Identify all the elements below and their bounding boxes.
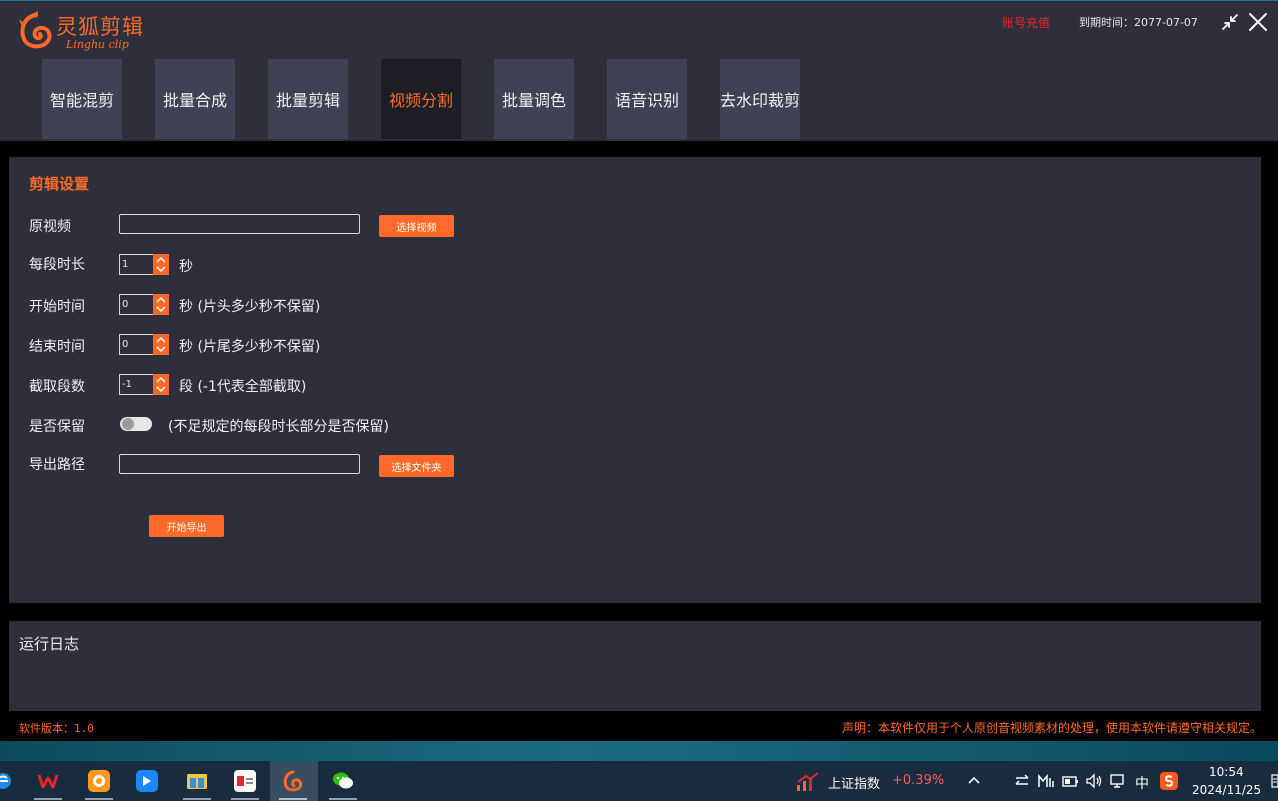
expiry-date: 到期时间：2077-07-07	[1079, 16, 1198, 29]
stepper-arrows-icon[interactable]	[153, 254, 169, 275]
segment-count-hint: 段 (-1代表全部截取)	[179, 379, 307, 395]
segment-count-stepper[interactable]: -1	[119, 374, 170, 395]
wps-icon	[37, 774, 59, 789]
export-path-label: 导出路径	[29, 457, 85, 473]
blue-bird-icon	[136, 770, 158, 792]
taskbar-wps[interactable]	[25, 761, 71, 801]
taskbar-file-explorer[interactable]	[174, 761, 220, 801]
orange-chat-icon	[88, 770, 110, 792]
clock-time: 10:54	[1209, 765, 1244, 779]
stock-index-change: +0.39%	[892, 773, 945, 788]
close-button[interactable]	[1247, 11, 1269, 33]
battery-icon[interactable]	[1061, 772, 1079, 790]
stock-index-name: 上证指数	[828, 777, 881, 792]
recharge-link[interactable]: 账号充值	[1002, 14, 1050, 31]
keep-remainder-toggle[interactable]	[120, 417, 152, 431]
stock-chart-icon[interactable]	[796, 772, 820, 792]
running-indicator	[85, 798, 113, 800]
tab-video-split[interactable]: 视频分割	[381, 59, 461, 139]
taskbar-feishu[interactable]	[124, 761, 170, 801]
segment-count-value[interactable]: -1	[119, 374, 153, 395]
segment-unit: 秒	[179, 259, 193, 275]
select-folder-button[interactable]: 选择文件夹	[379, 455, 454, 477]
tab-watermark-crop[interactable]: 去水印裁剪	[720, 59, 800, 139]
segment-duration-label: 每段时长	[29, 257, 85, 273]
tab-batch-edit[interactable]: 批量剪辑	[268, 59, 348, 139]
taskbar-wechat[interactable]	[320, 761, 366, 801]
minimize-button[interactable]	[1219, 11, 1241, 33]
document-app-icon	[234, 770, 256, 792]
select-video-button[interactable]: 选择视频	[379, 215, 454, 237]
segment-duration-stepper[interactable]: 1	[119, 254, 170, 275]
fox-logo-icon	[19, 11, 52, 49]
running-indicator	[231, 798, 259, 800]
sync-arrows-icon[interactable]	[1013, 772, 1031, 790]
app-logo: 灵狐剪辑 Linghu clip	[18, 9, 158, 53]
end-time-value[interactable]: 0	[119, 334, 153, 355]
segment-duration-value[interactable]: 1	[119, 254, 153, 275]
network-icon[interactable]	[1109, 772, 1127, 790]
running-indicator	[279, 798, 307, 800]
windows-taskbar: 上证指数 +0.39% 中 10:54 2024/11/25	[0, 761, 1278, 801]
tab-speech-recognition[interactable]: 语音识别	[607, 59, 687, 139]
clip-settings-panel: 剪辑设置 原视频 选择视频 每段时长 1 秒 开始时间 0 秒 (片头多少秒不保…	[9, 157, 1261, 603]
source-video-input[interactable]	[119, 214, 360, 234]
clock-date: 2024/11/25	[1192, 783, 1262, 797]
taskbar-chat-app[interactable]	[76, 761, 122, 801]
fox-logo-icon	[283, 770, 303, 792]
tab-batch-merge[interactable]: 批量合成	[155, 59, 235, 139]
export-path-input[interactable]	[119, 454, 360, 474]
taskbar-linghu-clip[interactable]	[270, 761, 318, 801]
tab-batch-color[interactable]: 批量调色	[494, 59, 574, 139]
toggle-knob	[122, 418, 134, 430]
close-icon	[1249, 13, 1267, 31]
segment-count-label: 截取段数	[29, 379, 85, 395]
desktop-background	[0, 741, 1278, 761]
running-indicator	[34, 798, 62, 800]
title-bar: 灵狐剪辑 Linghu clip 账号充值 到期时间：2077-07-07 智能…	[0, 0, 1278, 141]
run-log-title: 运行日志	[19, 635, 80, 653]
software-version: 软件版本：1.0	[19, 722, 94, 735]
run-log-panel: 运行日志	[9, 621, 1261, 711]
ime-indicator[interactable]: 中	[1135, 773, 1149, 793]
start-time-hint: 秒 (片头多少秒不保留)	[179, 299, 321, 315]
start-time-label: 开始时间	[29, 299, 85, 315]
wechat-icon	[333, 772, 353, 789]
notification-icon[interactable]	[1271, 774, 1278, 788]
source-video-label: 原视频	[29, 219, 71, 235]
shrink-icon	[1222, 14, 1238, 30]
meter-icon[interactable]	[1037, 772, 1055, 790]
speaker-icon[interactable]	[1085, 772, 1103, 790]
running-indicator	[329, 798, 357, 800]
end-time-hint: 秒 (片尾多少秒不保留)	[179, 339, 321, 355]
keep-remainder-hint: (不足规定的每段时长部分是否保留)	[168, 419, 389, 435]
start-export-button[interactable]: 开始导出	[149, 515, 224, 537]
end-time-stepper[interactable]: 0	[119, 334, 170, 355]
taskbar-red-app[interactable]	[222, 761, 268, 801]
chevron-up-icon[interactable]	[965, 772, 983, 790]
panel-title: 剪辑设置	[29, 175, 90, 193]
start-time-stepper[interactable]: 0	[119, 294, 170, 315]
tab-smart-mix[interactable]: 智能混剪	[42, 59, 122, 139]
disclaimer: 声明：本软件仅用于个人原创音视频素材的处理，使用本软件请遵守相关规定。	[841, 721, 1262, 735]
keep-remainder-label: 是否保留	[29, 419, 85, 435]
start-time-value[interactable]: 0	[119, 294, 153, 315]
stepper-arrows-icon[interactable]	[153, 334, 169, 355]
app-window: 灵狐剪辑 Linghu clip 账号充值 到期时间：2077-07-07 智能…	[0, 0, 1278, 741]
end-time-label: 结束时间	[29, 339, 85, 355]
folder-icon	[187, 774, 207, 789]
stepper-arrows-icon[interactable]	[153, 294, 169, 315]
edge-browser-icon[interactable]	[0, 772, 12, 790]
sogou-input-icon[interactable]	[1160, 772, 1178, 790]
stepper-arrows-icon[interactable]	[153, 374, 169, 395]
running-indicator	[183, 798, 211, 800]
app-subtitle: Linghu clip	[66, 38, 129, 51]
app-title: 灵狐剪辑	[56, 15, 144, 39]
